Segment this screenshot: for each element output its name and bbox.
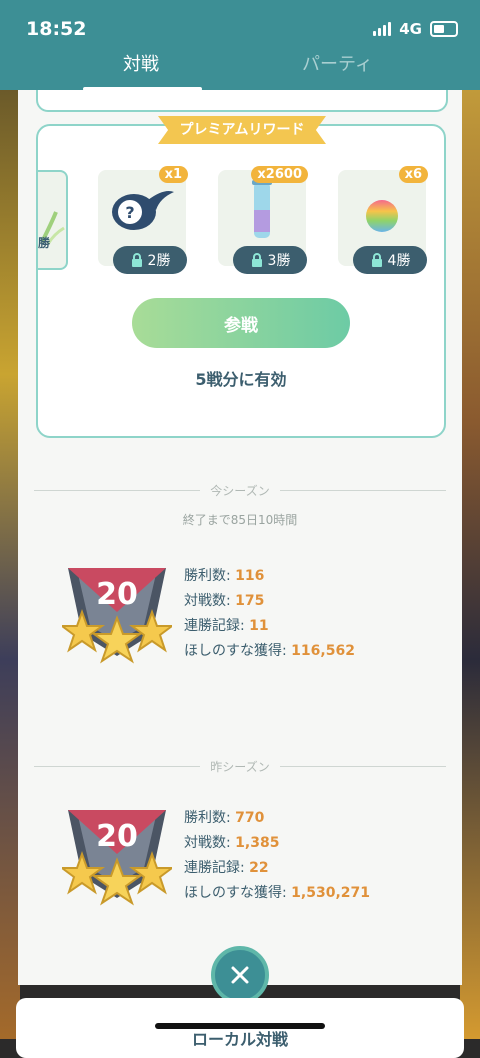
wins-label: 2勝 [147, 253, 171, 269]
stat-row: 連勝記録: 11 [184, 618, 269, 634]
close-icon [231, 966, 249, 984]
stat-row: 勝利数: 116 [184, 568, 265, 584]
stat-row: 勝利数: 770 [184, 810, 265, 826]
lock-badge: 2勝 [113, 246, 187, 274]
current-season-header: 今シーズン [210, 483, 270, 498]
premium-reward-ribbon: プレミアムリワード [158, 116, 326, 144]
background-art-right [460, 90, 480, 1039]
status-indicators: 4G [373, 20, 458, 38]
lock-icon [371, 253, 382, 267]
stat-row: 連勝記録: 22 [184, 860, 269, 876]
current-season-stats: 勝利数: 116 対戦数: 175 連勝記録: 11 ほしのすな獲得: 116,… [184, 564, 355, 664]
previous-season-stats: 勝利数: 770 対戦数: 1,385 連勝記録: 22 ほしのすな獲得: 1,… [184, 806, 370, 906]
svg-text:?: ? [125, 203, 134, 222]
reward-item-rare-candy[interactable]: x6 4勝 [338, 166, 428, 274]
battle-panel[interactable]: プレミアムリワード 勝 ? x1 2勝 x2600 3勝 x6 4勝 参戦 5戦… [18, 90, 462, 985]
rank-medal-previous: 20 [62, 810, 172, 906]
tab-battle[interactable]: 対戦 [123, 50, 159, 76]
wins-label: 4勝 [387, 253, 411, 269]
reward-item-incense[interactable]: x2600 3勝 [218, 166, 308, 274]
stat-row: 対戦数: 175 [184, 593, 265, 609]
home-indicator [155, 1023, 325, 1029]
quantity-badge: x1 [158, 166, 188, 183]
top-bar: 18:52 4G 対戦 パーティ [0, 0, 480, 91]
rank-medal-current: 20 [62, 568, 172, 664]
stat-row: ほしのすな獲得: 116,562 [184, 643, 355, 659]
close-button[interactable] [211, 946, 269, 1004]
season-ends-text: 終了まで85日10時間 [182, 513, 298, 527]
background-art-left [0, 90, 20, 1039]
lock-icon [131, 253, 142, 267]
stat-row: ほしのすな獲得: 1,530,271 [184, 885, 370, 901]
status-time: 18:52 [26, 18, 87, 40]
previous-season-divider: 昨シーズン [34, 759, 446, 774]
rank-number: 20 [96, 819, 138, 854]
join-battle-button[interactable]: 参戦 [132, 298, 350, 348]
quantity-badge: x6 [398, 166, 428, 183]
reward-item-mystery[interactable]: ? x1 2勝 [98, 166, 188, 274]
signal-icon [373, 22, 392, 36]
reward-item-partial-label: 勝 [38, 236, 51, 250]
tab-party[interactable]: パーティ [302, 50, 373, 76]
current-season-divider: 今シーズン [34, 483, 446, 498]
reward-item-partial[interactable]: 勝 [38, 170, 68, 270]
leaf-icon [40, 211, 65, 245]
lock-badge: 3勝 [233, 246, 307, 274]
lock-badge: 4勝 [353, 246, 427, 274]
valid-battles-text: 5戦分に有効 [195, 370, 287, 389]
rank-number: 20 [96, 577, 138, 612]
network-label: 4G [399, 20, 422, 38]
premium-reward-card: プレミアムリワード 勝 ? x1 2勝 x2600 3勝 x6 4勝 参戦 5戦… [36, 116, 446, 438]
previous-card-edge [36, 90, 448, 112]
local-battle-label: ローカル対戦 [191, 1030, 288, 1049]
stat-row: 対戦数: 1,385 [184, 835, 280, 851]
battery-icon [430, 21, 458, 37]
quantity-badge: x2600 [251, 166, 308, 183]
lock-icon [251, 253, 262, 267]
previous-season-header: 昨シーズン [210, 759, 270, 774]
wins-label: 3勝 [267, 253, 291, 269]
